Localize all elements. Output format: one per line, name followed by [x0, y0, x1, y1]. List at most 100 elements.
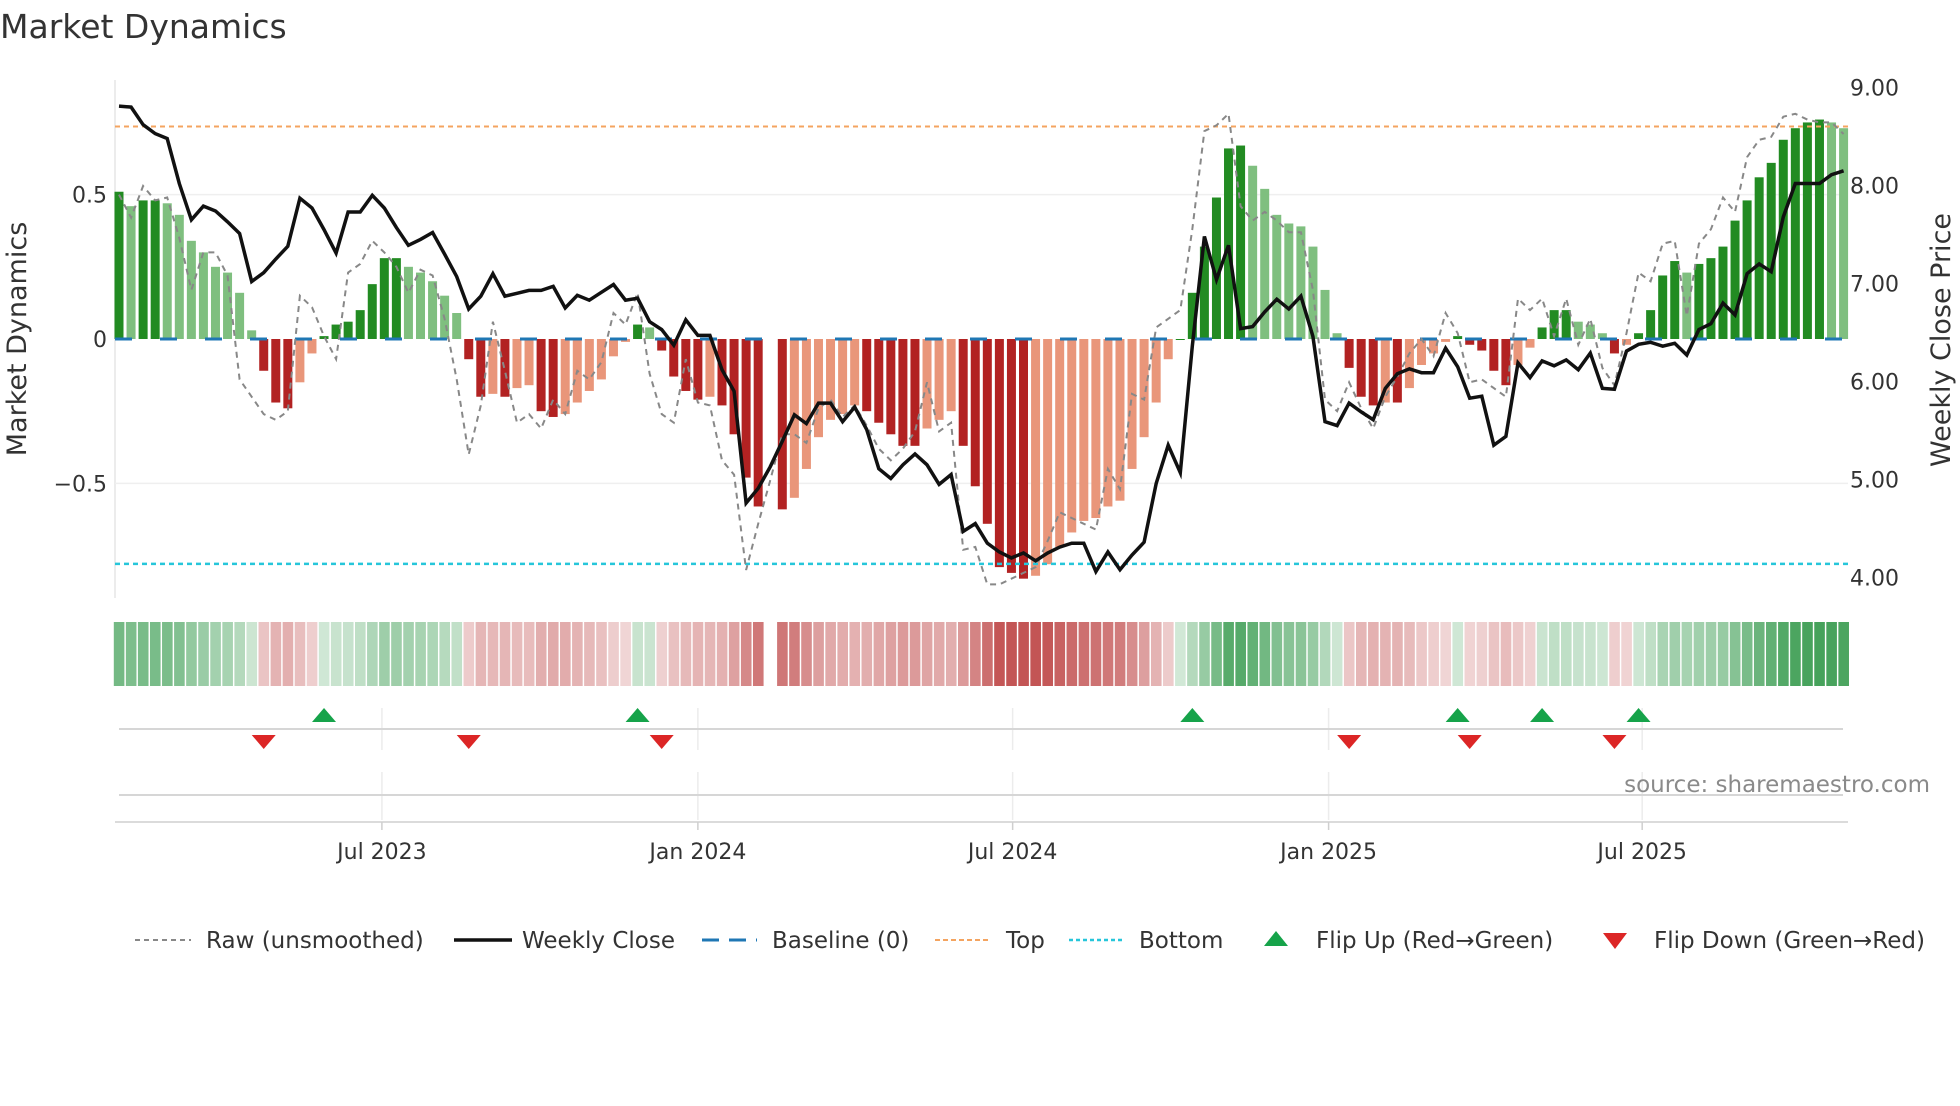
heatmap-cell	[1247, 622, 1259, 686]
dynamics-bar	[1356, 339, 1366, 397]
heatmap-cell	[1235, 622, 1246, 686]
y2-tick-label: 9.00	[1850, 77, 1899, 102]
heatmap-cell	[125, 622, 137, 686]
dynamics-bar	[994, 339, 1004, 568]
dynamics-bar	[1019, 339, 1028, 579]
dynamics-bar	[416, 272, 425, 339]
heatmap-cell	[668, 622, 680, 686]
right-axis-ticks: 9.00 8.00 7.00 6.00 5.00 4.00	[1850, 77, 1899, 592]
dynamics-bar	[1646, 310, 1656, 339]
heatmap-cell	[487, 622, 499, 686]
dynamics-bar	[633, 324, 643, 339]
heatmap-cell	[1717, 622, 1729, 686]
heatmap-cell	[1066, 622, 1078, 686]
heatmap-cell	[644, 622, 656, 686]
dynamics-bar	[307, 339, 317, 354]
heatmap-cell	[535, 622, 547, 686]
dynamics-bar	[1827, 122, 1837, 339]
heatmap-cell	[656, 622, 668, 686]
heatmap-cell	[1223, 622, 1234, 686]
heatmap-cell	[282, 622, 294, 686]
dynamics-bar	[186, 240, 196, 339]
heatmap-cell	[186, 622, 197, 686]
heatmap-cell	[1452, 622, 1464, 686]
heatmap-cell	[1645, 622, 1657, 686]
dynamics-bar	[235, 292, 245, 339]
heatmap-cell	[137, 622, 149, 686]
heatmap-cell	[330, 622, 342, 686]
dynamics-bar	[886, 339, 896, 435]
heatmap-cell	[355, 622, 366, 686]
legend-top-label: Top	[1005, 928, 1045, 954]
dynamics-bar	[1839, 128, 1849, 339]
dynamics-bar	[1790, 128, 1800, 339]
heatmap-cell	[680, 622, 692, 686]
dynamics-bar	[838, 339, 848, 415]
left-axis-ticks: 0.5 0 −0.5	[54, 184, 107, 498]
dynamics-bar	[138, 200, 148, 339]
dynamics-bar	[946, 339, 956, 412]
heatmap-cell	[982, 622, 993, 686]
dynamics-bar	[1658, 275, 1668, 339]
series-lines	[118, 104, 1845, 586]
y-tick-label: 0.5	[72, 184, 107, 209]
flip-down-marker	[251, 735, 276, 749]
heatmap-cell	[294, 622, 306, 686]
heatmap-cell	[584, 622, 595, 686]
heatmap-cell	[1416, 622, 1427, 686]
flip-down-marker	[649, 735, 674, 749]
dynamics-bar	[813, 339, 823, 438]
x-tick-label: Jul 2024	[966, 840, 1058, 865]
flip-up-marker	[1180, 708, 1205, 722]
dynamics-bar	[1248, 165, 1258, 339]
dynamics-bar	[874, 339, 884, 423]
dynamics-bar	[850, 339, 860, 406]
heatmap-cell	[367, 622, 378, 686]
dynamics-bar	[1718, 246, 1728, 339]
heatmap-cell	[1838, 622, 1849, 686]
heatmap-cell	[306, 622, 318, 686]
heatmap-cell	[1693, 622, 1705, 686]
heatmap-cell	[1669, 622, 1681, 686]
heatmap-cell	[149, 622, 161, 686]
heatmap-cell	[198, 622, 209, 686]
y2-tick-label: 8.00	[1850, 175, 1899, 200]
dynamics-bar	[1730, 220, 1740, 339]
heatmap-cell	[1054, 622, 1066, 686]
heatmap-cell	[740, 622, 752, 686]
legend-raw-label: Raw (unsmoothed)	[206, 928, 424, 954]
heatmap-cell	[1211, 622, 1222, 686]
x-tick-label: Jul 2023	[335, 840, 427, 865]
dynamics-bar	[1537, 327, 1547, 339]
heatmap-cell	[909, 622, 921, 686]
heatmap-cell	[1392, 622, 1403, 686]
heatmap-cell	[885, 622, 897, 686]
dynamics-bar	[319, 336, 329, 339]
heatmap-cell	[162, 622, 173, 686]
y2-tick-label: 7.00	[1850, 273, 1899, 298]
heatmap-cell	[1548, 622, 1560, 686]
dynamics-bar	[343, 321, 353, 339]
heatmap-cell	[704, 622, 716, 686]
heatmap-cell	[379, 622, 390, 686]
heatmap-cell	[246, 622, 258, 686]
heatmap-cell	[596, 622, 607, 686]
heatmap-cell	[620, 622, 631, 686]
dynamics-bar	[1043, 339, 1053, 565]
dynamics-bar	[1091, 339, 1101, 519]
heatmap-cell	[933, 622, 945, 686]
heatmap-cell	[511, 622, 523, 686]
y-tick-label: 0	[93, 328, 107, 353]
heatmap-cell	[1657, 622, 1669, 686]
heatmap-cell	[849, 622, 861, 686]
dynamics-bar	[428, 281, 438, 339]
heatmap-cell	[1271, 622, 1283, 686]
dynamics-bar	[367, 284, 377, 339]
flip-down-marker	[1337, 735, 1362, 749]
regime-heatmap-strip	[113, 622, 1849, 686]
legend-item-flip-up: Flip Up (Red→Green)	[1264, 928, 1553, 954]
heatmap-cell	[1175, 622, 1186, 686]
heatmap-cell	[1524, 622, 1536, 686]
heatmap-cell	[970, 622, 981, 686]
dynamics-bar	[512, 339, 522, 389]
